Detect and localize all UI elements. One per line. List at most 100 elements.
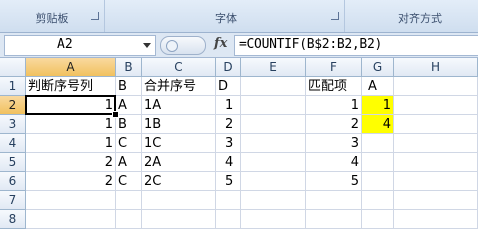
handle-dot-icon xyxy=(166,40,178,52)
row-header-6[interactable]: 6 xyxy=(0,172,26,191)
column-header-f[interactable]: F xyxy=(306,58,362,77)
cell-g6[interactable] xyxy=(362,172,394,191)
dialog-launcher-icon[interactable] xyxy=(91,12,99,20)
cell-h8[interactable] xyxy=(394,210,478,229)
ribbon-group-label: 剪贴板 xyxy=(35,12,69,25)
cell-d1[interactable]: D xyxy=(216,77,241,96)
cell-f8[interactable] xyxy=(306,210,362,229)
cell-e5[interactable] xyxy=(241,153,306,172)
row-header-7[interactable]: 7 xyxy=(0,191,26,210)
cell-f6[interactable]: 5 xyxy=(306,172,362,191)
cell-h2[interactable] xyxy=(394,96,478,115)
cell-d3[interactable]: 2 xyxy=(216,115,241,134)
cell-c3[interactable]: 1B xyxy=(142,115,216,134)
select-all-corner[interactable] xyxy=(0,58,26,77)
ribbon-group-label: 对齐方式 xyxy=(398,12,442,25)
cell-c4[interactable]: 1C xyxy=(142,134,216,153)
cell-e6[interactable] xyxy=(241,172,306,191)
ribbon-group-0: 剪贴板 xyxy=(0,0,105,32)
cell-e7[interactable] xyxy=(241,191,306,210)
row-header-8[interactable]: 8 xyxy=(0,210,26,229)
cell-e1[interactable] xyxy=(241,77,306,96)
cell-f2[interactable]: 1 xyxy=(306,96,362,115)
formula-input[interactable]: =COUNTIF(B$2:B2,B2) xyxy=(234,35,478,56)
cell-e8[interactable] xyxy=(241,210,306,229)
ribbon-group-2: 对齐方式 xyxy=(348,0,478,32)
cell-b2[interactable]: A xyxy=(116,96,142,115)
fx-icon[interactable]: fx xyxy=(214,36,227,51)
ribbon-group-label: 字体 xyxy=(215,12,237,25)
chevron-down-icon[interactable] xyxy=(143,43,151,48)
cell-d4[interactable]: 3 xyxy=(216,134,241,153)
cell-f1[interactable]: 匹配项 xyxy=(306,77,362,96)
formula-bar-resize-handle[interactable] xyxy=(160,36,206,55)
cell-g7[interactable] xyxy=(362,191,394,210)
cell-d8[interactable] xyxy=(216,210,241,229)
cell-h5[interactable] xyxy=(394,153,478,172)
ribbon-group-1: 字体 xyxy=(108,0,345,32)
cell-f5[interactable]: 4 xyxy=(306,153,362,172)
cell-a3[interactable]: 1 xyxy=(26,115,116,134)
cell-a4[interactable]: 1 xyxy=(26,134,116,153)
column-header-g[interactable]: G xyxy=(362,58,394,77)
cell-g5[interactable] xyxy=(362,153,394,172)
cell-g2[interactable]: 1 xyxy=(362,96,394,115)
cell-d7[interactable] xyxy=(216,191,241,210)
cell-c2[interactable]: 1A xyxy=(142,96,216,115)
row-header-4[interactable]: 4 xyxy=(0,134,26,153)
cell-g3[interactable]: 4 xyxy=(362,115,394,134)
cell-b4[interactable]: C xyxy=(116,134,142,153)
formula-bar: A2 fx =COUNTIF(B$2:B2,B2) xyxy=(0,33,478,58)
cell-b8[interactable] xyxy=(116,210,142,229)
dialog-launcher-icon[interactable] xyxy=(331,12,339,20)
cell-h3[interactable] xyxy=(394,115,478,134)
cell-b5[interactable]: A xyxy=(116,153,142,172)
cell-b3[interactable]: B xyxy=(116,115,142,134)
cell-h4[interactable] xyxy=(394,134,478,153)
cell-b1[interactable]: B xyxy=(116,77,142,96)
cell-a8[interactable] xyxy=(26,210,116,229)
cell-g8[interactable] xyxy=(362,210,394,229)
cell-d5[interactable]: 4 xyxy=(216,153,241,172)
cell-a1[interactable]: 判断序号列 xyxy=(26,77,116,96)
cell-b6[interactable]: C xyxy=(116,172,142,191)
cell-h7[interactable] xyxy=(394,191,478,210)
cell-d6[interactable]: 5 xyxy=(216,172,241,191)
column-header-h[interactable]: H xyxy=(394,58,478,77)
column-header-d[interactable]: D xyxy=(216,58,241,77)
name-box-value: A2 xyxy=(57,37,73,52)
cell-a7[interactable] xyxy=(26,191,116,210)
name-box[interactable]: A2 xyxy=(4,35,156,56)
cell-a6[interactable]: 2 xyxy=(26,172,116,191)
cell-h1[interactable] xyxy=(394,77,478,96)
column-header-a[interactable]: A xyxy=(26,58,116,77)
cell-c5[interactable]: 2A xyxy=(142,153,216,172)
cell-c6[interactable]: 2C xyxy=(142,172,216,191)
column-header-c[interactable]: C xyxy=(142,58,216,77)
cell-d2[interactable]: 1 xyxy=(216,96,241,115)
cell-h6[interactable] xyxy=(394,172,478,191)
cell-f7[interactable] xyxy=(306,191,362,210)
cell-a2[interactable]: 1 xyxy=(26,96,116,115)
fill-handle[interactable] xyxy=(112,111,119,118)
cell-a5[interactable]: 2 xyxy=(26,153,116,172)
column-header-b[interactable]: B xyxy=(116,58,142,77)
cell-f3[interactable]: 2 xyxy=(306,115,362,134)
cell-e2[interactable] xyxy=(241,96,306,115)
cell-c7[interactable] xyxy=(142,191,216,210)
cell-e4[interactable] xyxy=(241,134,306,153)
cell-c1[interactable]: 合并序号 xyxy=(142,77,216,96)
row-header-1[interactable]: 1 xyxy=(0,77,26,96)
formula-text: =COUNTIF(B$2:B2,B2) xyxy=(239,37,383,52)
cell-g4[interactable] xyxy=(362,134,394,153)
cell-c8[interactable] xyxy=(142,210,216,229)
row-header-5[interactable]: 5 xyxy=(0,153,26,172)
spreadsheet-grid: A B C D E F G H 1 判断序号列 B 合并序号 D 匹配项 A 2 1 A 1A 1 1 1 3 1 B 1B 2 2 4… xyxy=(0,58,478,240)
cell-b7[interactable] xyxy=(116,191,142,210)
cell-e3[interactable] xyxy=(241,115,306,134)
row-header-2[interactable]: 2 xyxy=(0,96,26,115)
column-header-e[interactable]: E xyxy=(241,58,306,77)
row-header-3[interactable]: 3 xyxy=(0,115,26,134)
cell-f4[interactable]: 3 xyxy=(306,134,362,153)
cell-g1[interactable]: A xyxy=(362,77,394,96)
